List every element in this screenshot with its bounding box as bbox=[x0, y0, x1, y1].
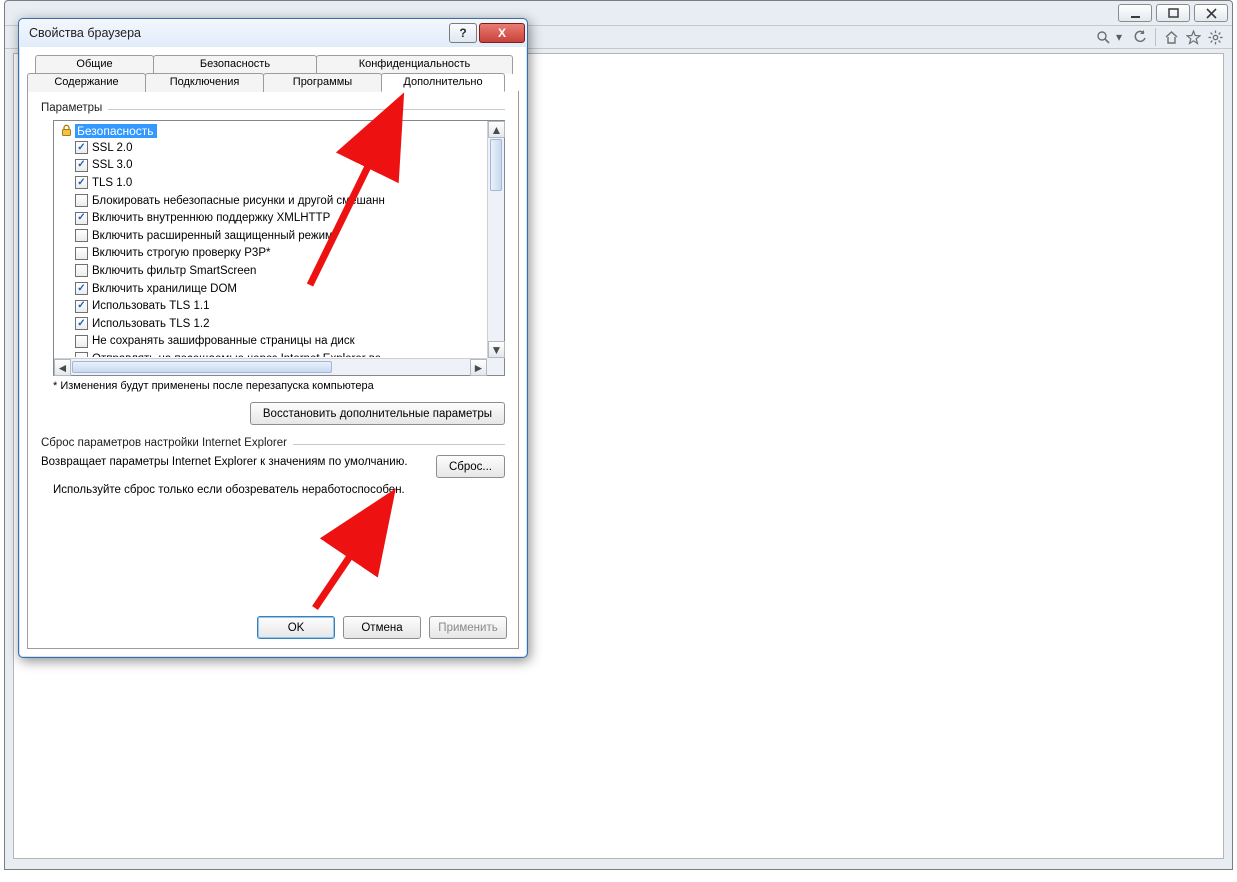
chevron-down-icon: ▾ bbox=[1116, 30, 1122, 44]
tab-advanced[interactable]: Дополнительно bbox=[381, 73, 505, 92]
restore-advanced-button[interactable]: Восстановить дополнительные параметры bbox=[250, 402, 505, 425]
tree-item[interactable]: Включить фильтр SmartScreen bbox=[55, 262, 486, 280]
home-icon[interactable] bbox=[1162, 28, 1180, 46]
close-dialog-button[interactable]: X bbox=[479, 23, 525, 43]
reset-description: Возвращает параметры Internet Explorer к… bbox=[41, 455, 426, 469]
checkbox[interactable] bbox=[75, 159, 88, 172]
tree-item[interactable]: Включить расширенный защищенный режим* bbox=[55, 227, 486, 245]
checkbox[interactable] bbox=[75, 194, 88, 207]
tree-item[interactable]: Включить хранилище DOM bbox=[55, 280, 486, 298]
tree-item-label: Включить внутреннюю поддержку XMLHTTP bbox=[92, 212, 330, 224]
help-button[interactable]: ? bbox=[449, 23, 477, 43]
scroll-up-button[interactable]: ▲ bbox=[488, 121, 505, 138]
tools-gear-icon[interactable] bbox=[1206, 28, 1224, 46]
tree-item[interactable]: Включить строгую проверку P3P* bbox=[55, 245, 486, 263]
tab-programs[interactable]: Программы bbox=[263, 73, 382, 92]
scroll-thumb-vertical[interactable] bbox=[490, 139, 502, 191]
checkbox[interactable] bbox=[75, 176, 88, 189]
horizontal-scrollbar[interactable]: ◄ ► bbox=[54, 358, 487, 375]
scroll-down-button[interactable]: ▼ bbox=[488, 341, 505, 358]
tree-item-label: Отправлять на посещаемые через Internet … bbox=[92, 353, 381, 357]
apply-button[interactable]: Применить bbox=[429, 616, 507, 639]
checkbox[interactable] bbox=[75, 282, 88, 295]
tree-item-label: Включить хранилище DOM bbox=[92, 283, 237, 295]
checkbox[interactable] bbox=[75, 300, 88, 313]
checkbox[interactable] bbox=[75, 352, 88, 357]
refresh-icon[interactable] bbox=[1131, 28, 1149, 46]
tree-category-security[interactable]: Безопасность bbox=[55, 122, 486, 139]
tree-item-label: Не сохранять зашифрованные страницы на д… bbox=[92, 335, 355, 347]
search-icon bbox=[1094, 28, 1112, 46]
checkbox[interactable] bbox=[75, 317, 88, 330]
tab-general[interactable]: Общие bbox=[35, 55, 154, 74]
tab-connections[interactable]: Подключения bbox=[145, 73, 264, 92]
checkbox[interactable] bbox=[75, 229, 88, 242]
checkbox[interactable] bbox=[75, 247, 88, 260]
tree-item[interactable]: Не сохранять зашифрованные страницы на д… bbox=[55, 333, 486, 351]
tree-item-label: TLS 1.0 bbox=[92, 177, 132, 189]
dialog-title: Свойства браузера bbox=[29, 26, 449, 40]
tree-item[interactable]: Блокировать небезопасные рисунки и друго… bbox=[55, 192, 486, 210]
tree-item[interactable]: Использовать TLS 1.2 bbox=[55, 315, 486, 333]
checkbox[interactable] bbox=[75, 141, 88, 154]
internet-options-dialog: Свойства браузера ? X Общие Безопасность… bbox=[18, 18, 528, 658]
toolbar-separator bbox=[1155, 28, 1156, 46]
tree-item-label: Включить расширенный защищенный режим* bbox=[92, 230, 337, 242]
ok-button[interactable]: OK bbox=[257, 616, 335, 639]
scroll-thumb-horizontal[interactable] bbox=[72, 361, 332, 373]
tree-item[interactable]: TLS 1.0 bbox=[55, 174, 486, 192]
tab-content[interactable]: Содержание bbox=[27, 73, 146, 92]
checkbox[interactable] bbox=[75, 264, 88, 277]
cancel-button[interactable]: Отмена bbox=[343, 616, 421, 639]
group-parameters-label: Параметры bbox=[41, 102, 102, 114]
minimize-button[interactable] bbox=[1118, 4, 1152, 22]
tree-item-label: Блокировать небезопасные рисунки и друго… bbox=[92, 195, 385, 207]
checkbox[interactable] bbox=[75, 335, 88, 348]
vertical-scrollbar[interactable]: ▲ ▼ bbox=[487, 121, 504, 358]
scroll-left-button[interactable]: ◄ bbox=[54, 359, 71, 376]
tree-item[interactable]: SSL 3.0 bbox=[55, 157, 486, 175]
restart-note: * Изменения будут применены после переза… bbox=[53, 380, 505, 392]
checkbox[interactable] bbox=[75, 212, 88, 225]
tree-item[interactable]: Отправлять на посещаемые через Internet … bbox=[55, 350, 486, 357]
tree-item[interactable]: SSL 2.0 bbox=[55, 139, 486, 157]
tree-item[interactable]: Включить внутреннюю поддержку XMLHTTP bbox=[55, 209, 486, 227]
favorites-star-icon[interactable] bbox=[1184, 28, 1202, 46]
tree-item-label: SSL 2.0 bbox=[92, 142, 133, 154]
lock-icon bbox=[59, 124, 73, 138]
settings-tree[interactable]: Безопасность SSL 2.0 SSL 3.0 TLS 1.0 Блокир… bbox=[53, 120, 505, 376]
tree-item-label: Использовать TLS 1.2 bbox=[92, 318, 209, 330]
dialog-titlebar: Свойства браузера ? X bbox=[19, 19, 527, 47]
tree-item-label: Использовать TLS 1.1 bbox=[92, 300, 209, 312]
close-window-button[interactable] bbox=[1194, 4, 1228, 22]
scroll-right-button[interactable]: ► bbox=[470, 359, 487, 376]
tree-item-label: Включить фильтр SmartScreen bbox=[92, 265, 256, 277]
tree-item-label: SSL 3.0 bbox=[92, 159, 133, 171]
tree-item-label: Включить строгую проверку P3P* bbox=[92, 247, 270, 259]
advanced-panel: Параметры Безопасность SSL 2.0 SSL 3.0 TLS… bbox=[27, 92, 519, 649]
tree-item[interactable]: Использовать TLS 1.1 bbox=[55, 297, 486, 315]
tab-privacy[interactable]: Конфиденциальность bbox=[316, 55, 513, 74]
search-chip[interactable]: ▾ bbox=[1089, 26, 1127, 48]
reset-button[interactable]: Сброс... bbox=[436, 455, 505, 478]
tree-category-label: Безопасность bbox=[75, 124, 157, 138]
tab-security[interactable]: Безопасность bbox=[153, 55, 317, 74]
maximize-button[interactable] bbox=[1156, 4, 1190, 22]
group-reset-label: Сброс параметров настройки Internet Expl… bbox=[41, 437, 287, 449]
reset-hint: Используйте сброс только если обозревате… bbox=[41, 484, 505, 496]
